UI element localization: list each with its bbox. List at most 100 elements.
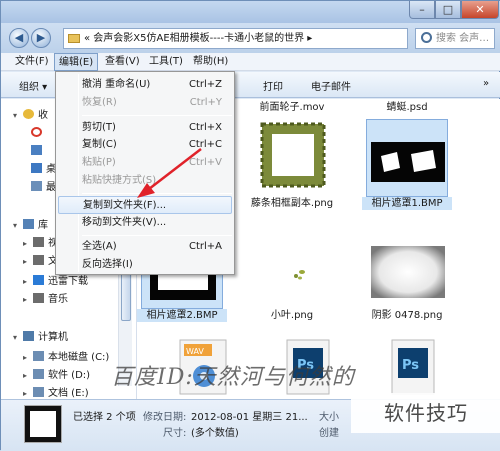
search-input[interactable]: 搜索 会声… [415,28,495,49]
photoshop-file-icon: Ps [391,339,435,395]
collapse-icon: ▾ [13,221,18,230]
recent-places-icon [31,181,42,191]
video-library-icon [33,237,44,247]
nav-item-cc[interactable] [31,125,46,143]
drive-icon [33,387,44,397]
desktop-icon [31,163,42,173]
leaf-image [294,270,305,280]
address-bar[interactable]: « 会声会影X5仿AE相册模板----卡通小老鼠的世界 ▸ [63,28,408,49]
print-button[interactable]: 打印 [263,78,283,93]
nav-item-thunder[interactable]: ▸ 迅雷下载 [23,273,88,291]
menu-item-redo: 恢复(R) Ctrl+Y [82,97,222,108]
address-path: « 会声会影X5仿AE相册模板----卡通小老鼠的世界 ▸ [84,33,313,44]
menu-item-paste: 粘贴(P) Ctrl+V [82,157,222,168]
menu-tools[interactable]: 工具(T) [145,53,187,71]
minimize-button[interactable]: – [409,1,435,19]
address-row: ◀ ▶ « 会声会影X5仿AE相册模板----卡通小老鼠的世界 ▸ 搜索 会声… [1,23,500,53]
title-bar: – □ ✕ [1,1,500,23]
drive-icon [33,351,44,361]
svg-text:WAV: WAV [186,347,204,356]
star-icon [23,109,34,119]
file-name: 相片遮罩1.BMP [362,197,452,210]
modified-value: 2012-08-01 星期三 21... [191,412,308,423]
more-commands-button[interactable]: » [483,78,489,89]
explorer-window: – □ ✕ ◀ ▶ « 会声会影X5仿AE相册模板----卡通小老鼠的世界 ▸ … [0,0,500,451]
menu-file[interactable]: 文件(F) [11,53,53,71]
maximize-button[interactable]: □ [435,1,461,19]
svg-text:Ps: Ps [402,358,419,373]
collapse-icon: ▾ [13,111,18,120]
shadow-image [371,246,445,298]
nav-item-recent[interactable]: 最 [31,179,56,197]
search-icon [421,32,432,43]
folder-icon [68,34,80,43]
search-placeholder: 搜索 会声… [436,33,490,44]
file-item[interactable]: 阴影 0478.png [362,231,452,322]
menu-item-cut[interactable]: 剪切(T) Ctrl+X [58,119,232,137]
menu-view[interactable]: 查看(V) [101,53,144,71]
baidu-watermark: 百度ID:天然河与何然的 [111,365,355,390]
computer-icon [23,331,34,341]
file-thumbnail [366,231,448,309]
file-item[interactable]: 前面轮子.mov [247,101,337,114]
library-icon [23,219,34,229]
file-name: 蜻蜓.psd [386,102,428,113]
dimensions-label: 尺寸: [163,428,187,439]
forward-button[interactable]: ▶ [31,28,51,48]
creative-cloud-icon [31,127,42,137]
nav-libraries[interactable]: ▾ 库 [13,217,48,235]
menu-item-copy[interactable]: 复制(C) Ctrl+C [58,136,232,154]
thunder-download-icon [33,275,44,285]
nav-computer[interactable]: ▾ 计算机 [13,329,68,347]
download-folder-icon [31,145,42,155]
menu-item-copy-to-folder[interactable]: 复制到文件夹(F)... [58,196,232,214]
menu-edit[interactable]: 编辑(E) [54,53,99,71]
file-name: 阴影 0478.png [371,310,443,321]
file-item[interactable]: 藤条相框副本.png [247,119,337,210]
file-name: 小叶.png [270,310,314,321]
nav-item-downloads[interactable] [31,143,46,161]
nav-favorites[interactable]: ▾ 收 [13,107,48,125]
nav-drive-d[interactable]: ▸ 软件 (D:) [23,367,90,385]
file-thumbnail [366,119,448,197]
nav-item-music[interactable]: ▸ 音乐 [23,291,68,309]
nav-drive-c[interactable]: ▸ 本地磁盘 (C:) [23,349,109,367]
email-button[interactable]: 电子邮件 [311,78,351,93]
nav-item-desktop[interactable]: 桌 [31,161,56,179]
file-name: 相片遮罩2.BMP [137,309,227,322]
file-thumbnail [251,231,333,309]
file-item[interactable]: 蜻蜓.psd [362,101,452,114]
back-button[interactable]: ◀ [9,28,29,48]
dimensions-value: (多个数值) [191,428,239,439]
collapse-icon: ▾ [13,333,18,342]
created-label: 创建 [319,428,339,439]
menu-item-invert-selection[interactable]: 反向选择(I) [58,256,232,274]
menu-item-undo[interactable]: 撤消 重命名(U) Ctrl+Z [58,76,232,94]
nav-item-documents[interactable]: ▸ 文 [23,253,58,271]
file-name: 前面轮子.mov [259,102,325,113]
menu-item-paste-shortcut: 粘贴快捷方式(S) [82,175,157,186]
music-icon [33,293,44,303]
menu-help[interactable]: 帮助(H) [189,53,232,71]
selection-thumbnail [24,405,62,443]
file-name: 藤条相框副本.png [250,198,334,209]
menu-item-move-to-folder[interactable]: 移动到文件夹(V)... [58,214,232,232]
modified-label: 修改日期: [143,412,187,423]
close-button[interactable]: ✕ [461,1,499,19]
file-item[interactable]: 小叶.png [247,231,337,322]
vine-frame-image [260,122,326,188]
drive-icon [33,369,44,379]
nav-item-video[interactable]: ▸ 视 [23,235,58,253]
documents-icon [33,255,44,265]
file-item-selected[interactable]: 相片遮罩1.BMP [362,119,452,210]
menu-separator [82,235,232,236]
file-thumbnail [251,119,333,197]
menu-item-select-all[interactable]: 全选(A) Ctrl+A [58,238,232,256]
site-watermark: 软件技巧 [351,393,500,433]
menu-separator [82,193,232,194]
organize-button[interactable]: 组织 ▾ [19,78,47,93]
menu-separator [82,115,232,116]
edit-menu-dropdown: 撤消 重命名(U) Ctrl+Z 恢复(R) Ctrl+Y 剪切(T) Ctrl+X … [55,71,235,275]
photo-mask-image [371,142,445,182]
selection-count: 已选择 2 个项 [73,412,136,423]
